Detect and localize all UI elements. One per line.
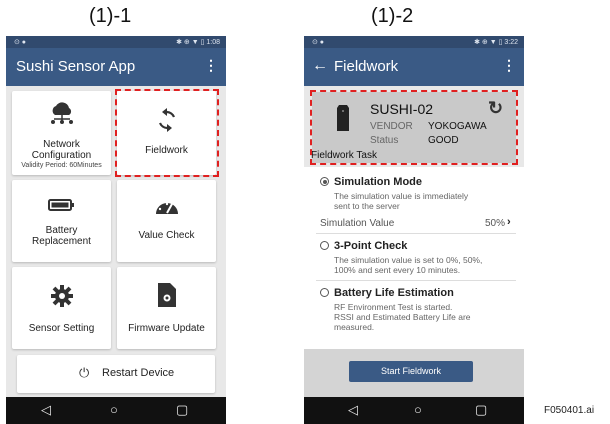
three-point-desc-1: The simulation value is set to 0%, 50%, xyxy=(334,255,483,265)
network-configuration-tile[interactable]: Network Configuration Validity Period: 6… xyxy=(12,91,111,175)
validity-period-text: Validity Period: 60Minutes xyxy=(21,162,102,169)
caption-left: (1)-1 xyxy=(89,5,132,27)
divider xyxy=(316,233,516,234)
battery-life-estimation-radio[interactable] xyxy=(320,288,329,297)
cloud-network-icon xyxy=(51,102,73,124)
status-bar: ⊙ ● ✱ ⊕ ▼ ▯ 3:22 xyxy=(304,36,524,48)
footer-bar: Start Fieldwork xyxy=(304,349,524,397)
simulation-value[interactable]: 50% xyxy=(485,218,505,229)
battery-life-desc-2: RSSI and Estimated Battery Life are xyxy=(334,312,471,322)
nav-recents-icon[interactable]: ▢ xyxy=(176,402,188,418)
divider xyxy=(316,280,516,281)
battery-life-desc-3: measured. xyxy=(334,322,375,332)
firmware-update-tile[interactable]: Firmware Update xyxy=(117,267,216,349)
simulation-value-label: Simulation Value xyxy=(320,218,395,229)
power-icon: ⏻ xyxy=(79,365,90,380)
restart-device-label: Restart Device xyxy=(102,367,175,379)
status-icons-right: ✱ ⊕ ▼ ▯ 3:22 xyxy=(474,39,518,46)
fieldwork-options: Simulation Mode The simulation value is … xyxy=(304,167,524,349)
app-bar: ← Fieldwork ⋮ xyxy=(304,48,524,86)
battery-life-desc-1: RF Environment Test is started. xyxy=(334,302,453,312)
screen-title: Fieldwork xyxy=(334,58,399,75)
highlight-fieldwork xyxy=(115,89,219,177)
navigation-bar: ◁ ○ ▢ xyxy=(6,397,226,424)
chevron-right-icon[interactable]: › xyxy=(507,216,511,228)
navigation-bar: ◁ ○ ▢ xyxy=(304,397,524,424)
phone-home-screen: ⊙ ● ✱ ⊕ ▼ ▯ 1:08 Sushi Sensor App ⋮ Netw… xyxy=(6,36,226,424)
caption-right: (1)-2 xyxy=(371,5,414,27)
status-icons-left: ⊙ ● xyxy=(14,39,27,46)
figure-file-id: F050401.ai xyxy=(544,405,595,416)
simulation-desc-2: sent to the server xyxy=(334,201,400,211)
battery-life-estimation-title: Battery Life Estimation xyxy=(334,287,454,299)
three-point-desc-2: 100% and sent every 10 minutes. xyxy=(334,265,461,275)
battery-replacement-tile[interactable]: Battery Replacement xyxy=(12,180,111,262)
three-point-check-title: 3-Point Check xyxy=(334,240,408,252)
firmware-update-label: Firmware Update xyxy=(128,323,205,334)
overflow-menu-icon[interactable]: ⋮ xyxy=(204,57,218,74)
gauge-icon xyxy=(156,202,178,214)
three-point-check-radio[interactable] xyxy=(320,241,329,250)
network-configuration-label-1: Network xyxy=(43,139,80,150)
battery-icon xyxy=(48,199,74,211)
network-configuration-label-2: Configuration xyxy=(31,150,92,161)
start-fieldwork-button[interactable]: Start Fieldwork xyxy=(349,361,473,382)
overflow-menu-icon[interactable]: ⋮ xyxy=(502,57,516,74)
status-icons-right: ✱ ⊕ ▼ ▯ 1:08 xyxy=(176,39,220,46)
sensor-setting-label: Sensor Setting xyxy=(28,323,95,334)
simulation-desc-1: The simulation value is immediately xyxy=(334,191,469,201)
back-arrow-icon[interactable]: ← xyxy=(312,57,328,75)
simulation-mode-title: Simulation Mode xyxy=(334,176,422,188)
value-check-tile[interactable]: Value Check xyxy=(117,180,216,262)
restart-device-button[interactable]: ⏻ Restart Device xyxy=(17,355,215,393)
simulation-mode-radio[interactable] xyxy=(320,177,329,186)
nav-recents-icon[interactable]: ▢ xyxy=(475,402,487,418)
highlight-device-info xyxy=(310,90,518,165)
status-icons-left: ⊙ ● xyxy=(312,39,325,46)
app-title: Sushi Sensor App xyxy=(16,58,136,75)
gear-icon xyxy=(51,285,73,307)
battery-label-2: Replacement xyxy=(32,236,91,247)
value-check-label: Value Check xyxy=(138,230,195,241)
nav-back-icon[interactable]: ◁ xyxy=(348,402,358,418)
phone-fieldwork-screen: ⊙ ● ✱ ⊕ ▼ ▯ 3:22 ← Fieldwork ⋮ SUSHI-02 … xyxy=(304,36,524,424)
firmware-file-icon xyxy=(158,283,176,307)
nav-home-icon[interactable]: ○ xyxy=(110,402,118,417)
nav-back-icon[interactable]: ◁ xyxy=(41,402,51,418)
battery-label-1: Battery xyxy=(45,225,78,236)
app-bar: Sushi Sensor App ⋮ xyxy=(6,48,226,86)
status-bar: ⊙ ● ✱ ⊕ ▼ ▯ 1:08 xyxy=(6,36,226,48)
sensor-setting-tile[interactable]: Sensor Setting xyxy=(12,267,111,349)
nav-home-icon[interactable]: ○ xyxy=(414,402,422,417)
